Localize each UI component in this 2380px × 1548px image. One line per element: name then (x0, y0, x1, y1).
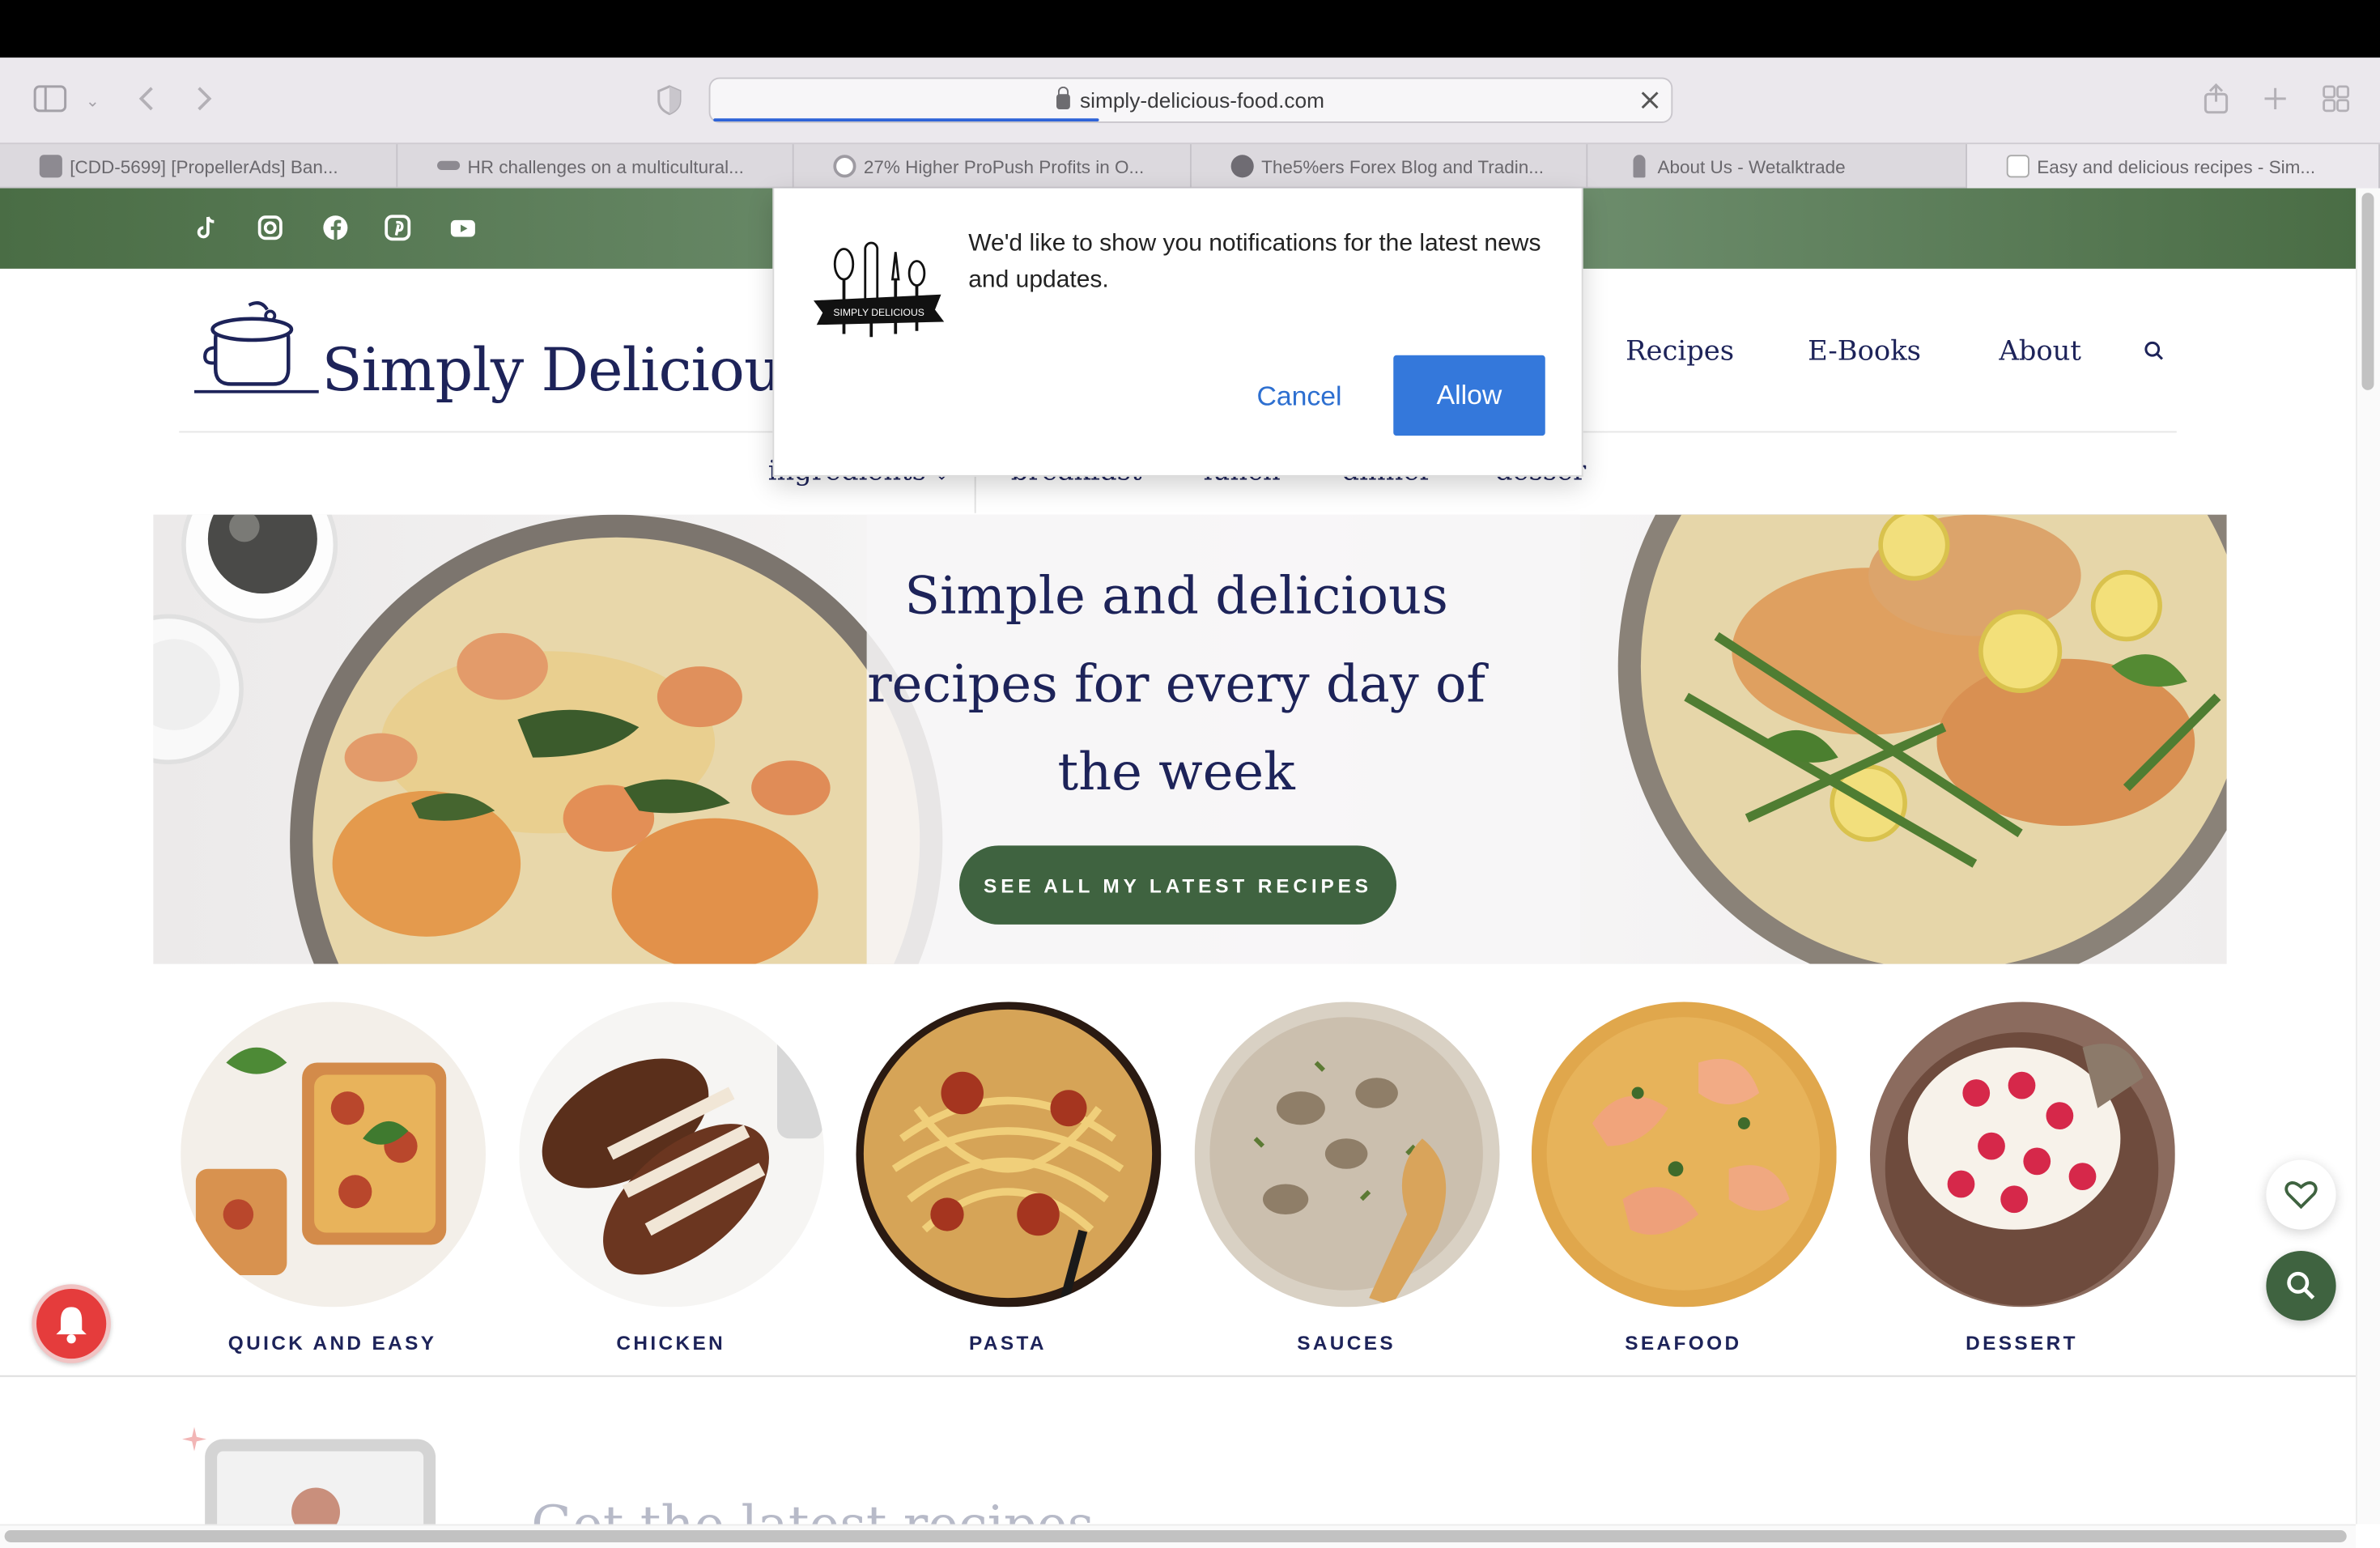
tab-hr-challenges[interactable]: HR challenges on a multicultural... (397, 144, 794, 189)
logo-pot-icon[interactable] (194, 296, 319, 393)
see-latest-recipes-button[interactable]: SEE ALL MY LATEST RECIPES (959, 845, 1396, 925)
tab-propush[interactable]: 27% Higher ProPush Profits in O... (794, 144, 1192, 189)
privacy-shield-icon[interactable] (656, 85, 683, 116)
hero-title: Simple and delicious recipes for every d… (867, 566, 1486, 803)
allow-button[interactable]: Allow (1393, 355, 1545, 436)
category-label-chicken[interactable]: CHICKEN (504, 1331, 839, 1354)
search-icon (2287, 1271, 2315, 1299)
notification-permission-popup: SIMPLY DELICIOUS We'd like to show you n… (772, 188, 1583, 477)
category-label-sauces[interactable]: SAUCES (1179, 1331, 1514, 1354)
category-label-pasta[interactable]: PASTA (841, 1331, 1175, 1354)
favicon-icon (833, 155, 856, 178)
ebook-device-image (202, 1436, 439, 1548)
tab-the5ers[interactable]: The5%ers Forex Blog and Tradin... (1192, 144, 1588, 189)
search-icon[interactable] (2144, 340, 2165, 361)
category-image-chicken[interactable] (519, 1002, 825, 1308)
favicon-icon (39, 155, 62, 178)
search-fab-button[interactable] (2266, 1251, 2336, 1321)
category-image-seafood[interactable] (1531, 1002, 1837, 1308)
vertical-scrollbar-thumb[interactable] (2361, 193, 2374, 390)
tab-bar: [CDD-5699] [PropellerAds] Ban... HR chal… (0, 142, 2380, 189)
category-image-quick-and-easy[interactable] (181, 1002, 486, 1308)
tab-simply-delicious[interactable]: Easy and delicious recipes - Sim... (1967, 144, 2380, 189)
sidebar-toggle-icon[interactable] (33, 85, 67, 113)
logo-underline (194, 389, 319, 393)
forward-icon[interactable] (189, 82, 217, 115)
category-label-seafood[interactable]: SEAFOOD (1516, 1331, 1851, 1354)
back-icon[interactable] (134, 82, 161, 115)
system-menu-bar (0, 0, 2380, 58)
category-label-dessert[interactable]: DESSERT (1855, 1331, 2189, 1354)
category-image-dessert[interactable] (1870, 1002, 2175, 1308)
category-image-sauces[interactable] (1194, 1002, 1500, 1308)
favicon-icon (437, 160, 461, 170)
popup-logo-text: SIMPLY DELICIOUS (833, 307, 924, 318)
page-load-progress (713, 118, 1099, 121)
favicon-icon (2006, 155, 2029, 178)
nav-recipes[interactable]: Recipes (1626, 335, 1734, 367)
chevron-down-icon[interactable]: ⌄ (82, 87, 103, 111)
youtube-icon[interactable] (449, 214, 477, 241)
category-label-quick-and-easy[interactable]: QUICK AND EASY (165, 1331, 499, 1354)
popup-message: We'd like to show you notifications for … (968, 231, 1541, 293)
facebook-icon[interactable] (322, 214, 350, 241)
nav-about[interactable]: About (1999, 335, 2081, 367)
section-divider (0, 1375, 2356, 1377)
new-tab-icon[interactable] (2262, 85, 2289, 113)
favorites-button[interactable] (2266, 1159, 2336, 1230)
tab-overview-icon[interactable] (2323, 85, 2350, 113)
instagram-icon[interactable] (257, 214, 284, 241)
favicon-icon (1230, 155, 1254, 178)
logo-text[interactable]: Simply Delicious (322, 337, 812, 405)
nav-ebooks[interactable]: E-Books (1808, 335, 1921, 367)
category-image-pasta[interactable] (856, 1002, 1162, 1308)
share-icon[interactable] (2203, 82, 2230, 115)
lock-icon (1056, 86, 1071, 109)
pinterest-icon[interactable] (384, 214, 411, 241)
popup-logo-image: SIMPLY DELICIOUS (810, 234, 947, 343)
notification-bell-button[interactable] (32, 1284, 111, 1363)
close-icon[interactable] (1638, 88, 1662, 113)
horizontal-scrollbar-thumb[interactable] (4, 1530, 2347, 1542)
tiktok-icon[interactable] (193, 214, 220, 241)
bell-icon (56, 1307, 87, 1344)
tab-propellerads[interactable]: [CDD-5699] [PropellerAds] Ban... (0, 144, 398, 189)
address-bar[interactable]: simply-delicious-food.com (708, 77, 1673, 123)
url-text: simply-delicious-food.com (1080, 87, 1324, 113)
favicon-icon (1633, 155, 1646, 178)
heart-icon (2284, 1181, 2318, 1210)
tab-wetalktrade[interactable]: About Us - Wetalktrade (1587, 144, 1967, 189)
cancel-button[interactable]: Cancel (1231, 376, 1368, 416)
